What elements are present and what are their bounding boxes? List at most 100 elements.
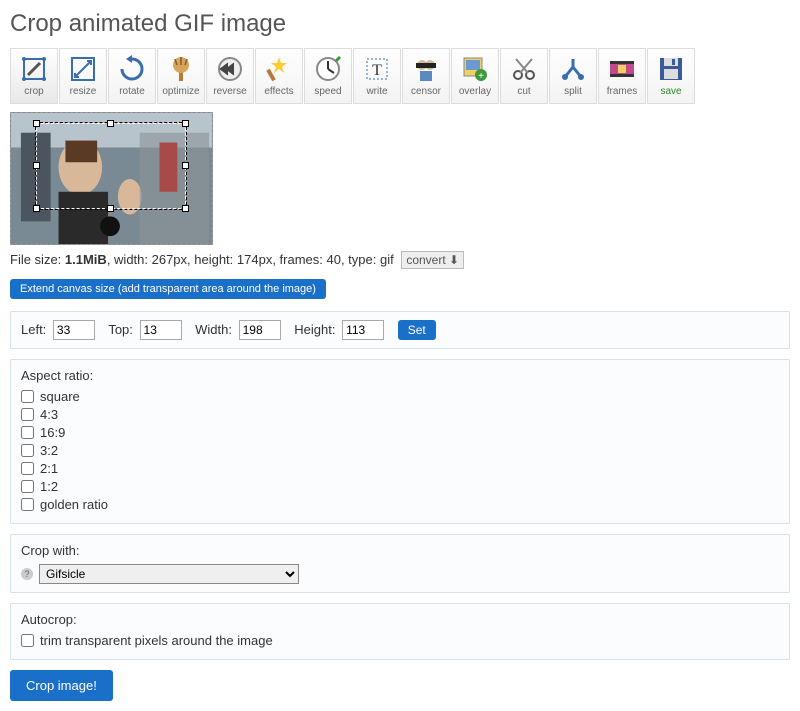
- crop-image-button[interactable]: Crop image!: [10, 670, 113, 701]
- tool-label: overlay: [459, 86, 491, 97]
- convert-button[interactable]: convert ⬇: [401, 251, 464, 269]
- aspect-checkbox[interactable]: [21, 444, 34, 457]
- toolbar: crop resize rotate optimize reverse effects sp…: [10, 48, 790, 104]
- effects-icon: [265, 55, 293, 83]
- tool-save[interactable]: save: [647, 48, 695, 104]
- tool-cut[interactable]: cut: [500, 48, 548, 104]
- overlay-icon: +: [461, 55, 489, 83]
- tool-label: write: [366, 86, 387, 97]
- handle-ne[interactable]: [182, 120, 189, 127]
- rotate-icon: [118, 55, 146, 83]
- crop-with-select[interactable]: Gifsicle: [39, 564, 299, 584]
- tool-speed[interactable]: speed: [304, 48, 352, 104]
- tool-label: resize: [70, 86, 97, 97]
- tool-overlay[interactable]: + overlay: [451, 48, 499, 104]
- crop-selection[interactable]: [36, 123, 186, 209]
- file-info-rest: , width: 267px, height: 174px, frames: 4…: [107, 252, 394, 267]
- image-preview[interactable]: [10, 112, 213, 245]
- aspect-option-row[interactable]: golden ratio: [21, 497, 779, 512]
- frames-icon: [608, 55, 636, 83]
- set-button[interactable]: Set: [398, 320, 436, 340]
- tool-label: effects: [264, 86, 293, 97]
- split-icon: [559, 55, 587, 83]
- autocrop-option-row[interactable]: trim transparent pixels around the image: [21, 633, 779, 648]
- top-label: Top:: [108, 322, 133, 337]
- write-icon: T: [363, 55, 391, 83]
- left-input[interactable]: [53, 320, 95, 340]
- help-icon[interactable]: ?: [21, 568, 33, 580]
- aspect-option-label: 16:9: [40, 425, 65, 440]
- aspect-checkbox[interactable]: [21, 426, 34, 439]
- crop-icon: [20, 55, 48, 83]
- handle-s[interactable]: [107, 205, 114, 212]
- handle-w[interactable]: [33, 162, 40, 169]
- tool-label: rotate: [119, 86, 145, 97]
- cut-icon: [510, 55, 538, 83]
- aspect-ratio-panel: Aspect ratio: square 4:3 16:9 3:2 2:1 1:2 gold…: [10, 359, 790, 524]
- aspect-checkbox[interactable]: [21, 480, 34, 493]
- handle-e[interactable]: [182, 162, 189, 169]
- left-label: Left:: [21, 322, 46, 337]
- aspect-ratio-title: Aspect ratio:: [21, 368, 779, 383]
- tool-reverse[interactable]: reverse: [206, 48, 254, 104]
- aspect-option-row[interactable]: 4:3: [21, 407, 779, 422]
- file-info: File size: 1.1MiB, width: 267px, height:…: [10, 251, 790, 269]
- tool-write[interactable]: Twrite: [353, 48, 401, 104]
- autocrop-panel: Autocrop: trim transparent pixels around…: [10, 603, 790, 660]
- handle-se[interactable]: [182, 205, 189, 212]
- convert-label: convert: [406, 253, 445, 267]
- aspect-option-row[interactable]: 3:2: [21, 443, 779, 458]
- handle-nw[interactable]: [33, 120, 40, 127]
- tool-label: frames: [607, 86, 638, 97]
- page-title: Crop animated GIF image: [10, 10, 790, 38]
- tool-label: reverse: [213, 86, 246, 97]
- svg-text:+: +: [478, 71, 484, 82]
- aspect-option-row[interactable]: 1:2: [21, 479, 779, 494]
- handle-n[interactable]: [107, 120, 114, 127]
- autocrop-title: Autocrop:: [21, 612, 779, 627]
- aspect-option-label: 3:2: [40, 443, 58, 458]
- crop-with-panel: Crop with: ? Gifsicle: [10, 534, 790, 593]
- speed-icon: [314, 55, 342, 83]
- tool-rotate[interactable]: rotate: [108, 48, 156, 104]
- download-icon: ⬇: [449, 253, 459, 267]
- aspect-option-row[interactable]: square: [21, 389, 779, 404]
- aspect-option-row[interactable]: 2:1: [21, 461, 779, 476]
- tool-frames[interactable]: frames: [598, 48, 646, 104]
- aspect-option-label: 2:1: [40, 461, 58, 476]
- height-label: Height:: [294, 322, 335, 337]
- tool-optimize[interactable]: optimize: [157, 48, 205, 104]
- aspect-option-label: 1:2: [40, 479, 58, 494]
- tool-label: save: [660, 86, 681, 97]
- aspect-option-label: square: [40, 389, 80, 404]
- aspect-checkbox[interactable]: [21, 408, 34, 421]
- coordinates-panel: Left: Top: Width: Height: Set: [10, 311, 790, 349]
- tool-split[interactable]: split: [549, 48, 597, 104]
- crop-with-title: Crop with:: [21, 543, 779, 558]
- autocrop-option-label: trim transparent pixels around the image: [40, 633, 273, 648]
- width-input[interactable]: [239, 320, 281, 340]
- tool-label: crop: [24, 86, 43, 97]
- extend-canvas-button[interactable]: Extend canvas size (add transparent area…: [10, 279, 326, 299]
- aspect-checkbox[interactable]: [21, 498, 34, 511]
- tool-resize[interactable]: resize: [59, 48, 107, 104]
- tool-label: censor: [411, 86, 441, 97]
- file-size: 1.1MiB: [65, 252, 107, 267]
- top-input[interactable]: [140, 320, 182, 340]
- handle-sw[interactable]: [33, 205, 40, 212]
- aspect-checkbox[interactable]: [21, 462, 34, 475]
- aspect-option-label: 4:3: [40, 407, 58, 422]
- resize-icon: [69, 55, 97, 83]
- censor-icon: [412, 55, 440, 83]
- height-input[interactable]: [342, 320, 384, 340]
- tool-censor[interactable]: censor: [402, 48, 450, 104]
- tool-crop[interactable]: crop: [10, 48, 58, 104]
- tool-effects[interactable]: effects: [255, 48, 303, 104]
- aspect-option-row[interactable]: 16:9: [21, 425, 779, 440]
- aspect-checkbox[interactable]: [21, 390, 34, 403]
- width-label: Width:: [195, 322, 232, 337]
- optimize-icon: [167, 55, 195, 83]
- tool-label: split: [564, 86, 582, 97]
- save-icon: [657, 55, 685, 83]
- autocrop-checkbox[interactable]: [21, 634, 34, 647]
